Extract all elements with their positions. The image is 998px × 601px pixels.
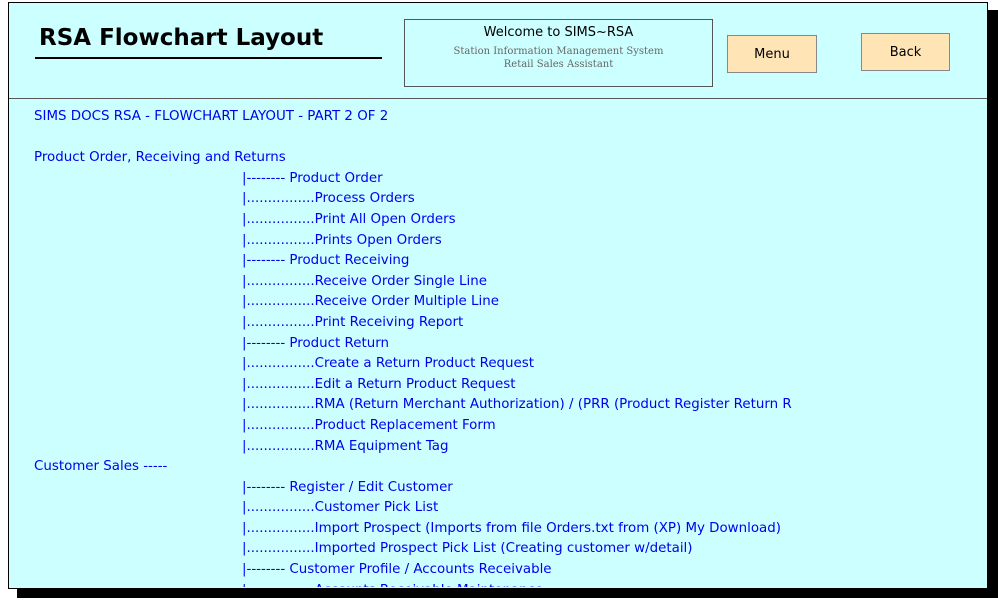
flowchart-item: |................Process Orders: [242, 191, 415, 207]
flowchart-heading: [9, 128, 987, 149]
flowchart-item: |-------- Register / Edit Customer: [242, 479, 453, 495]
flowchart-lines: SIMS DOCS RSA - FLOWCHART LAYOUT - PART …: [9, 107, 987, 587]
menu-button[interactable]: Menu: [727, 35, 817, 73]
flowchart-item: |................Create a Return Product…: [242, 356, 535, 372]
flowchart-item: |................Customer Pick List: [242, 500, 439, 516]
flowchart-item: |................Print All Open Orders: [242, 211, 456, 227]
title-underline: [35, 57, 382, 59]
flowchart-item: |-------- Customer Profile / Accounts Re…: [242, 562, 552, 578]
flowchart-item: |................Print Receiving Report: [242, 314, 464, 330]
flowchart-item: |................Prints Open Orders: [242, 232, 442, 248]
flowchart-item: |-------- Product Receiving: [242, 253, 410, 269]
page-title: RSA Flowchart Layout: [39, 25, 324, 51]
flowchart-item: |................RMA Equipment Tag: [242, 438, 449, 454]
header: RSA Flowchart Layout Welcome to SIMS~RSA…: [9, 3, 987, 96]
back-button[interactable]: Back: [861, 33, 950, 71]
flowchart-item: |................Import Prospect (Import…: [242, 520, 781, 536]
flowchart-heading: SIMS DOCS RSA - FLOWCHART LAYOUT - PART …: [34, 109, 389, 124]
flowchart-item: |................Accounts Receivable Mai…: [9, 581, 987, 587]
flowchart-item: |-------- Product Order: [242, 170, 383, 186]
flowchart-item: |................Imported Prospect Pick …: [242, 541, 693, 557]
welcome-line: Welcome to SIMS~RSA: [483, 25, 634, 40]
flowchart-heading: Product Order, Receiving and Returns: [34, 150, 286, 166]
system-name-line: Station Information Management System: [453, 46, 664, 57]
flowchart-heading: Customer Sales -----: [34, 459, 168, 475]
flowchart-content: SIMS DOCS RSA - FLOWCHART LAYOUT - PART …: [9, 98, 987, 589]
flowchart-item: |................Edit a Return Product R…: [242, 376, 516, 392]
flowchart-item: |................Receive Order Single Li…: [242, 273, 487, 289]
welcome-box: Welcome to SIMS~RSA Station Information …: [404, 19, 713, 87]
assistant-name-line: Retail Sales Assistant: [503, 59, 614, 70]
flowchart-item: |-------- Product Return: [242, 335, 389, 351]
flowchart-item: |................Product Replacement For…: [242, 417, 496, 433]
main-frame: RSA Flowchart Layout Welcome to SIMS~RSA…: [8, 2, 988, 589]
flowchart-item: |................RMA (Return Merchant Au…: [242, 397, 792, 413]
flowchart-item: |................Receive Order Multiple …: [242, 294, 499, 310]
